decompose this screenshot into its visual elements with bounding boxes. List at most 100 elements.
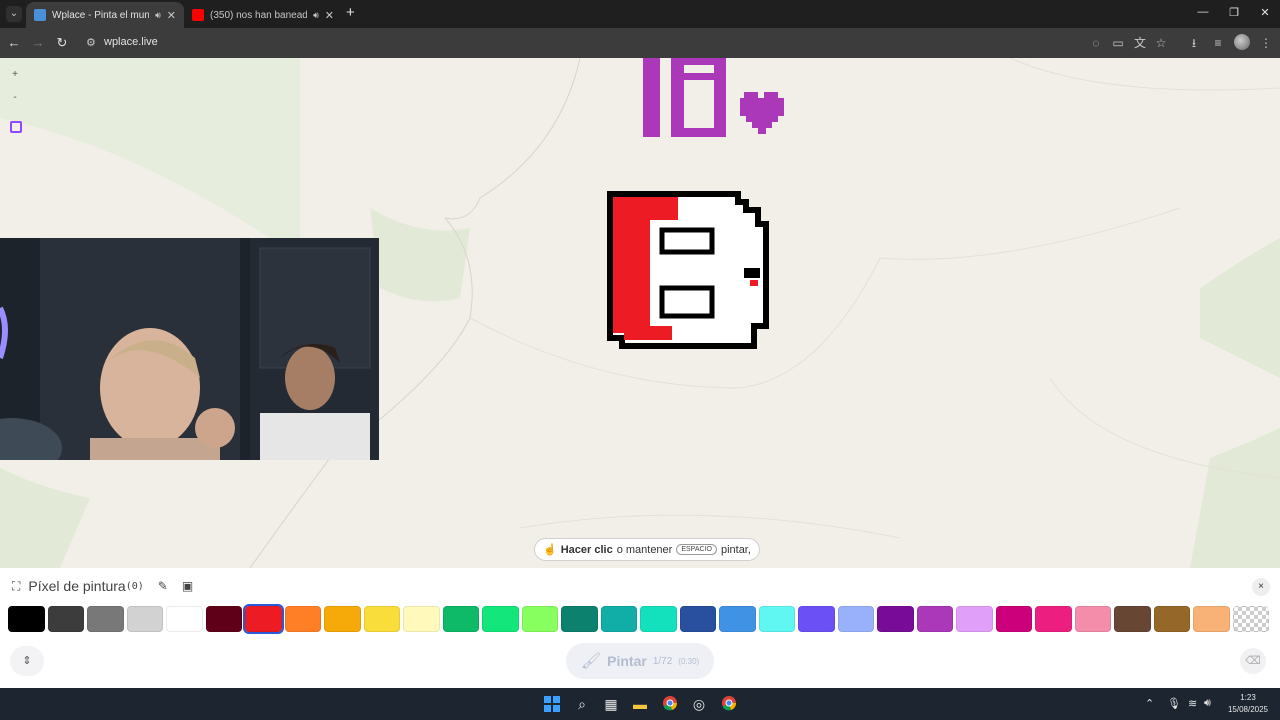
close-tab-icon[interactable]: ✕ [167, 9, 176, 22]
color-swatch[interactable] [1074, 606, 1111, 632]
color-swatch[interactable] [363, 606, 400, 632]
download-icon[interactable]: ⭳ [1186, 35, 1202, 51]
clock-date: 15/08/2025 [1227, 705, 1269, 714]
tab-title: Wplace - Pinta el mundo [52, 9, 150, 21]
color-swatch[interactable] [403, 606, 440, 632]
profile-avatar[interactable] [1234, 34, 1250, 50]
color-swatch[interactable] [126, 606, 163, 632]
new-tab-button[interactable]: + [346, 5, 355, 21]
color-swatch[interactable] [1193, 606, 1230, 632]
color-swatch[interactable] [640, 606, 677, 632]
color-swatch[interactable] [956, 606, 993, 632]
image-icon[interactable]: ▣ [182, 579, 193, 593]
color-swatch[interactable] [916, 606, 953, 632]
forward-button[interactable]: → [30, 35, 46, 51]
color-swatch[interactable] [205, 606, 242, 632]
webcam-feed-image [0, 238, 379, 460]
close-panel-button[interactable]: × [1252, 578, 1270, 596]
search-icon[interactable]: ⌕ [573, 695, 591, 713]
color-swatch[interactable] [600, 606, 637, 632]
microphone-icon[interactable]: 🎙︎ [1167, 697, 1181, 710]
windows-start-icon[interactable] [543, 695, 561, 713]
sort-icon[interactable]: ⇕ [10, 646, 44, 676]
volume-icon[interactable]: 🔊︎ [1204, 697, 1211, 710]
paint-timer: (0:30) [678, 656, 700, 666]
tab-wplace[interactable]: Wplace - Pinta el mundo 🔊︎ ✕ [26, 2, 184, 28]
expand-icon[interactable]: ⛶ [12, 579, 20, 594]
color-swatch[interactable] [1153, 606, 1190, 632]
color-swatch[interactable] [561, 606, 598, 632]
hint-or-hold-text: o mantener [616, 543, 673, 556]
file-explorer-icon[interactable]: ▬ [631, 695, 649, 713]
color-swatch[interactable] [995, 606, 1032, 632]
youtube-favicon-icon [192, 9, 204, 21]
store-icon[interactable]: ▦ [602, 695, 620, 713]
back-button[interactable]: ← [6, 35, 22, 51]
media-controls-icon[interactable]: ≡ [1210, 35, 1226, 51]
color-swatch[interactable] [679, 606, 716, 632]
panel-header: ⛶ Píxel de pintura (0) ✎ ▣ [12, 578, 193, 594]
paint-button[interactable]: 🖌︎ Pintar 1/72 (0:30) [566, 643, 714, 679]
pixel-count: (0) [125, 580, 144, 592]
reload-button[interactable]: ↻ [54, 35, 70, 51]
browser-toolbar: ← → ↻ ⚙ wplace.live ◌ ▭ 文 ☆ ⭳ ≡ ⋮ [0, 28, 1280, 58]
cast-icon[interactable]: ▭ [1110, 35, 1126, 51]
system-clock[interactable]: 1:23 15/08/2025 [1222, 692, 1274, 716]
windows-taskbar: ⌕ ▦ ▬ ◎ ⌃ 🎙︎ ≋ 🔊︎ 1:23 15/08/2025 [0, 688, 1280, 720]
color-swatch[interactable] [798, 606, 835, 632]
wplace-favicon-icon [34, 9, 46, 21]
clock-time: 1:23 [1240, 693, 1256, 702]
panel-title: Píxel de pintura [28, 578, 126, 594]
color-swatch[interactable] [8, 606, 45, 632]
color-swatch[interactable] [837, 606, 874, 632]
zoom-out-button[interactable]: - [6, 89, 24, 107]
map-canvas[interactable]: + - ☝ Hacer clic o mantener ESPACIO pint… [0, 58, 1280, 568]
site-info-icon[interactable]: ⚙ [86, 36, 96, 49]
color-swatch[interactable] [1232, 606, 1269, 632]
hint-click-text: Hacer clic [560, 543, 613, 556]
color-swatch[interactable] [482, 606, 519, 632]
color-swatch[interactable] [324, 606, 361, 632]
hint-paint-text: pintar, [720, 543, 751, 556]
restore-button[interactable]: ❐ [1224, 6, 1244, 19]
webcam-overlay [0, 238, 379, 460]
color-swatch[interactable] [1114, 606, 1151, 632]
eraser-icon[interactable]: ⌫ [1240, 648, 1266, 674]
minimize-button[interactable]: — [1193, 6, 1213, 18]
paint-label: Pintar [607, 653, 647, 669]
close-tab-icon[interactable]: ✕ [325, 9, 334, 22]
close-window-button[interactable]: ✕ [1255, 6, 1275, 19]
color-swatch[interactable] [442, 606, 479, 632]
color-swatch[interactable] [719, 606, 756, 632]
color-swatch[interactable] [243, 604, 284, 634]
color-swatch[interactable] [521, 606, 558, 632]
eyedropper-icon[interactable]: ✎ [158, 579, 168, 593]
menu-icon[interactable]: ⋮ [1258, 35, 1274, 51]
wifi-icon[interactable]: ≋ [1188, 697, 1197, 710]
paint-hint-pill: ☝ Hacer clic o mantener ESPACIO pintar, [534, 538, 760, 561]
color-swatch[interactable] [758, 606, 795, 632]
translate-icon[interactable]: 文 [1132, 35, 1148, 51]
color-swatch[interactable] [284, 606, 321, 632]
obs-icon[interactable]: ◎ [690, 695, 708, 713]
paint-charges: 1/72 [652, 655, 673, 667]
hint-space-key: ESPACIO [676, 544, 717, 555]
bookmark-star-icon[interactable]: ☆ [1153, 35, 1169, 51]
color-swatch[interactable] [1035, 606, 1072, 632]
color-swatch[interactable] [166, 606, 203, 632]
tray-chevron-icon[interactable]: ⌃ [1145, 697, 1154, 710]
address-bar[interactable]: ⚙ wplace.live [80, 31, 1180, 55]
color-swatch[interactable] [877, 606, 914, 632]
color-swatch[interactable] [47, 606, 84, 632]
speaker-icon[interactable]: 🔊︎ [313, 10, 319, 21]
zoom-in-button[interactable]: + [6, 66, 24, 84]
eye-off-icon[interactable]: ◌ [1088, 35, 1104, 51]
chrome-active-icon[interactable] [720, 695, 738, 713]
twitch-icon[interactable] [10, 121, 22, 133]
speaker-icon[interactable]: 🔊︎ [155, 10, 161, 21]
paint-panel: ⛶ Píxel de pintura (0) ✎ ▣ × ⇕ 🖌︎ Pintar… [0, 568, 1280, 688]
color-swatch[interactable] [87, 606, 124, 632]
chrome-icon[interactable] [661, 695, 679, 713]
tab-search-button[interactable]: ⌄ [6, 6, 22, 22]
tab-youtube[interactable]: (350) nos han baneado. - Yo 🔊︎ ✕ [184, 2, 342, 28]
